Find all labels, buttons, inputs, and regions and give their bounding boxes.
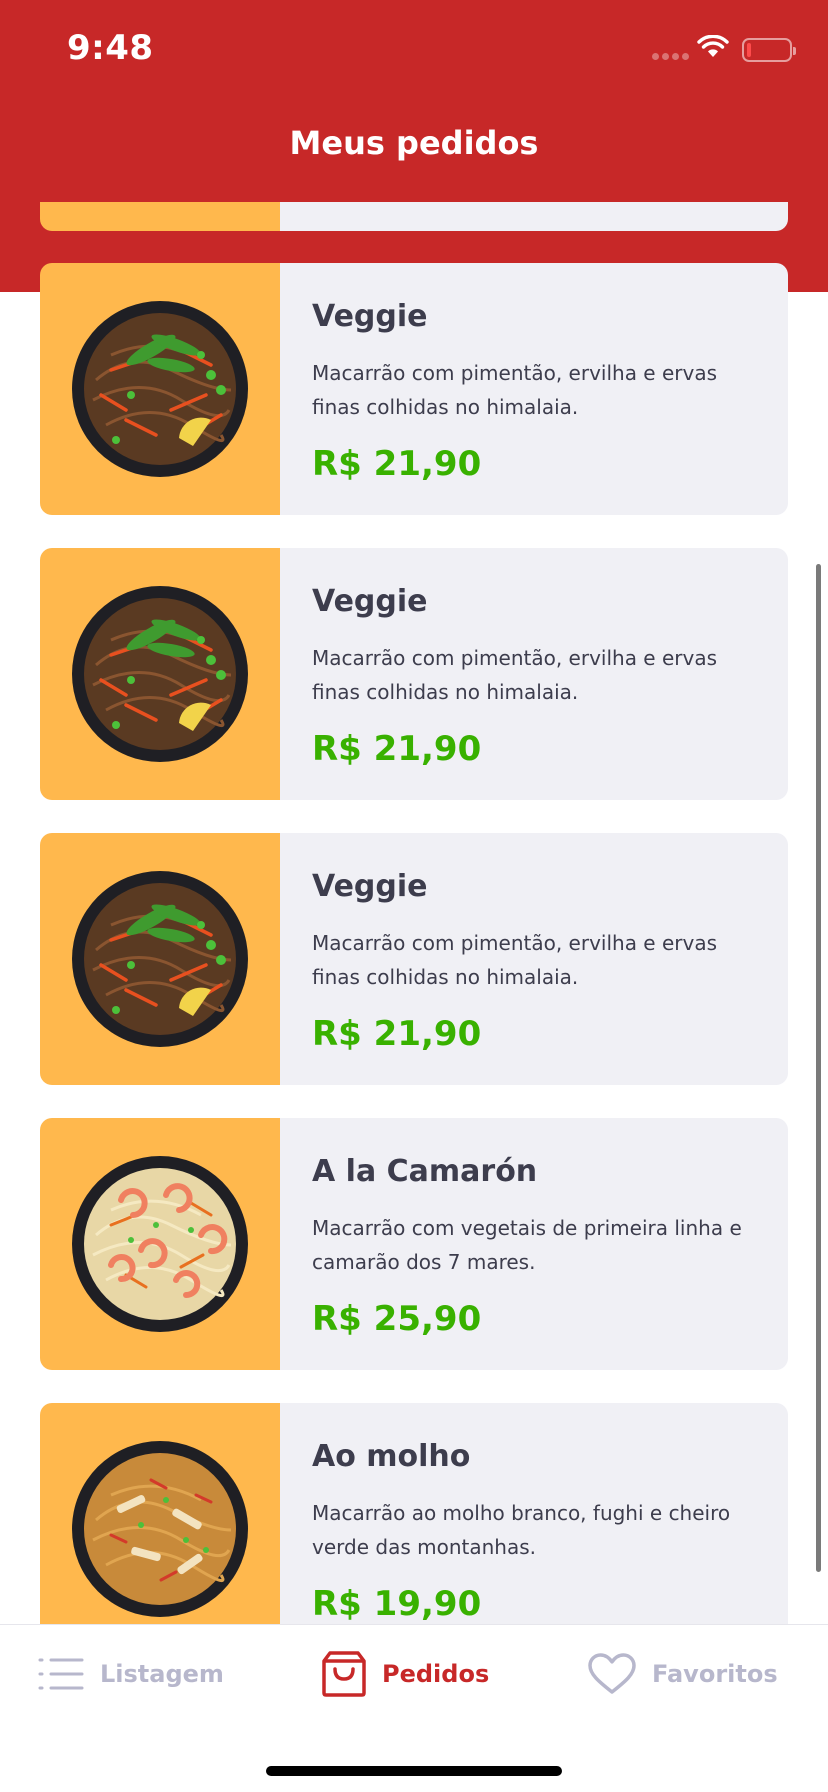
tab-label: Favoritos — [652, 1660, 778, 1688]
dish-description: Macarrão com pimentão, ervilha e ervas f… — [312, 646, 718, 704]
order-card-body: A la Camarón Macarrão com vegetais de pr… — [280, 1118, 788, 1370]
dish-title: Ao molho — [312, 1439, 471, 1474]
status-time: 9:48 — [67, 28, 154, 68]
dish-image-container — [40, 1118, 280, 1370]
order-card[interactable]: Veggie Macarrão com pimentão, ervilha e … — [40, 833, 788, 1085]
status-bar: 9:48 — [0, 0, 828, 100]
scrollbar[interactable] — [816, 564, 821, 1572]
page-title: Meus pedidos — [289, 124, 539, 162]
dish-price: R$ 21,90 — [312, 444, 482, 484]
dish-title: Veggie — [312, 299, 428, 334]
dish-title: Veggie — [312, 869, 428, 904]
wifi-icon — [697, 35, 729, 57]
dish-price: R$ 21,90 — [312, 1014, 482, 1054]
order-card[interactable]: Ao molho Macarrão ao molho branco, fughi… — [40, 1403, 788, 1624]
dish-price: R$ 19,90 — [312, 1584, 482, 1624]
dish-image-container — [40, 548, 280, 800]
tab-pedidos[interactable]: Pedidos — [322, 1649, 489, 1699]
sauce-pasta-image — [72, 1441, 248, 1617]
dish-description: Macarrão com vegetais de primeira linha … — [312, 1216, 742, 1274]
dish-title: Veggie — [312, 584, 428, 619]
dish-price: R$ 21,90 — [312, 729, 482, 769]
dish-price: R$ 25,90 — [312, 1299, 482, 1339]
order-card-partial[interactable] — [40, 202, 788, 231]
order-card-body: Ao molho Macarrão ao molho branco, fughi… — [280, 1403, 788, 1624]
veggie-pasta-image — [72, 301, 248, 477]
tab-listagem[interactable]: Listagem — [38, 1649, 224, 1699]
order-card-body: Veggie Macarrão com pimentão, ervilha e … — [280, 833, 788, 1085]
dish-title: A la Camarón — [312, 1154, 538, 1189]
order-card-body: Veggie Macarrão com pimentão, ervilha e … — [280, 548, 788, 800]
battery-icon — [742, 38, 796, 62]
tab-label: Listagem — [100, 1660, 224, 1688]
tab-label: Pedidos — [382, 1660, 490, 1688]
order-card[interactable]: A la Camarón Macarrão com vegetais de pr… — [40, 1118, 788, 1370]
dish-image-container — [40, 1403, 280, 1624]
cellular-signal-icon — [652, 53, 689, 60]
shrimp-pasta-image — [72, 1156, 248, 1332]
shopping-bag-icon — [322, 1651, 366, 1697]
dish-description: Macarrão ao molho branco, fughi e cheiro… — [312, 1501, 731, 1559]
order-card[interactable]: Veggie Macarrão com pimentão, ervilha e … — [40, 548, 788, 800]
dish-description: Macarrão com pimentão, ervilha e ervas f… — [312, 361, 718, 419]
order-card[interactable]: Veggie Macarrão com pimentão, ervilha e … — [40, 263, 788, 515]
home-indicator — [266, 1766, 562, 1776]
orders-list[interactable]: Veggie Macarrão com pimentão, ervilha e … — [0, 202, 828, 1624]
veggie-pasta-image — [72, 871, 248, 1047]
list-icon — [38, 1658, 84, 1690]
veggie-pasta-image — [72, 586, 248, 762]
tab-favoritos[interactable]: Favoritos — [588, 1649, 778, 1699]
order-card-body: Veggie Macarrão com pimentão, ervilha e … — [280, 263, 788, 515]
dish-description: Macarrão com pimentão, ervilha e ervas f… — [312, 931, 718, 989]
dish-image-container — [40, 833, 280, 1085]
heart-icon — [588, 1653, 636, 1694]
dish-image-container — [40, 263, 280, 515]
